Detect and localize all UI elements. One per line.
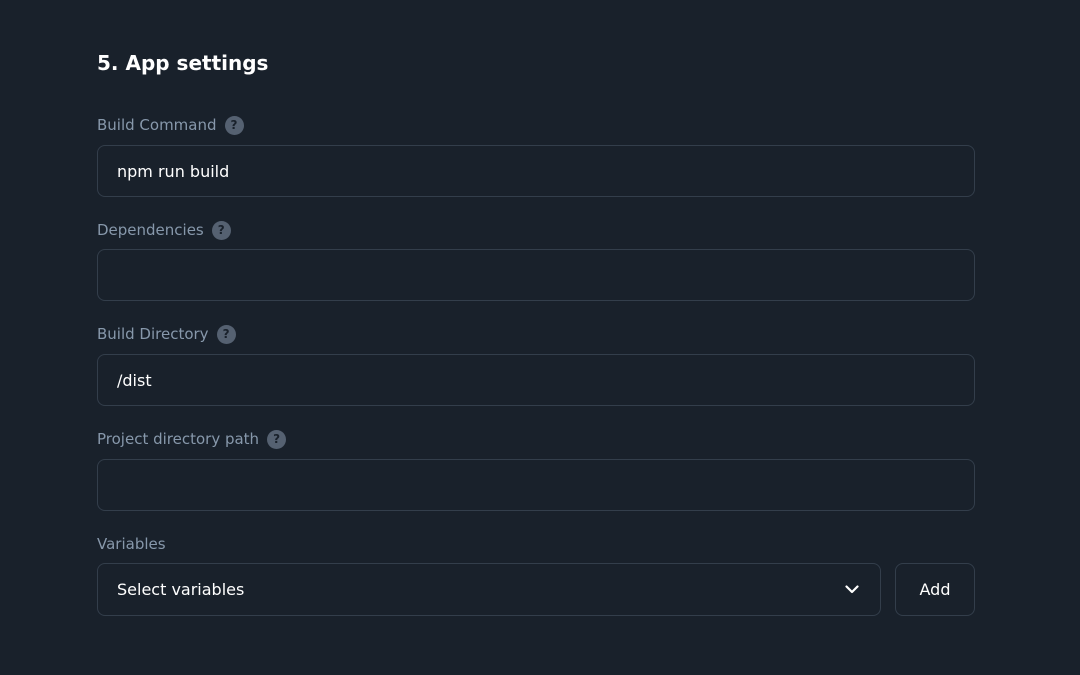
dependencies-label: Dependencies bbox=[97, 221, 204, 239]
section-title: 5. App settings bbox=[97, 51, 269, 75]
add-variable-button[interactable]: Add bbox=[895, 563, 975, 616]
project-directory-path-help-icon[interactable]: ? bbox=[267, 429, 287, 449]
build-directory-label-row: Build Directory ? bbox=[97, 324, 236, 344]
variables-select[interactable]: Select variables bbox=[97, 563, 881, 616]
build-command-input[interactable] bbox=[97, 145, 975, 197]
dependencies-input[interactable] bbox=[97, 249, 975, 301]
project-directory-path-label-row: Project directory path ? bbox=[97, 429, 287, 449]
build-command-label: Build Command bbox=[97, 116, 217, 134]
project-directory-path-input[interactable] bbox=[97, 459, 975, 511]
build-command-label-row: Build Command ? bbox=[97, 115, 244, 135]
build-directory-help-icon[interactable]: ? bbox=[216, 324, 236, 344]
build-command-help-icon[interactable]: ? bbox=[224, 115, 244, 135]
variables-select-value: Select variables bbox=[117, 580, 245, 599]
build-directory-label: Build Directory bbox=[97, 325, 209, 343]
variables-label-row: Variables bbox=[97, 534, 166, 554]
project-directory-path-label: Project directory path bbox=[97, 430, 260, 448]
build-directory-input[interactable] bbox=[97, 354, 975, 406]
variables-label: Variables bbox=[97, 535, 166, 553]
dependencies-help-icon[interactable]: ? bbox=[211, 220, 231, 240]
dependencies-label-row: Dependencies ? bbox=[97, 220, 231, 240]
chevron-down-icon bbox=[844, 582, 860, 598]
